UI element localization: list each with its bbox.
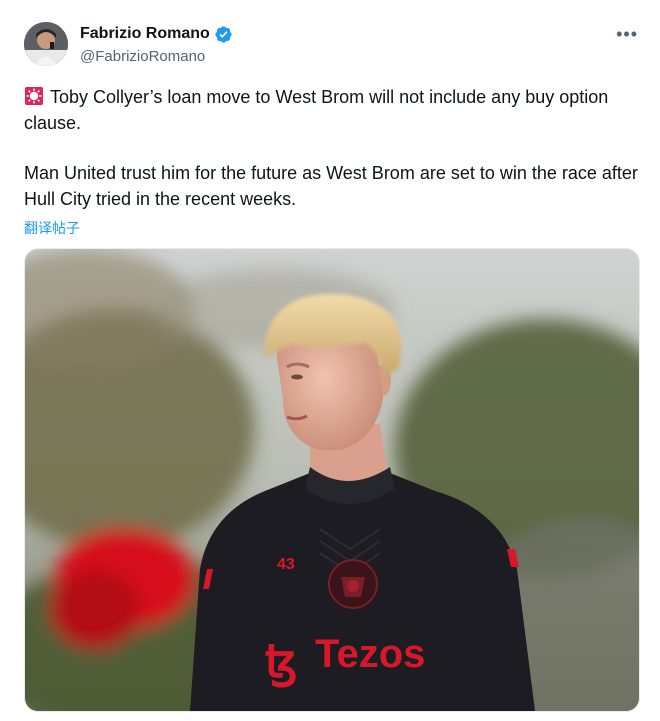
sponsor-text: Tezos [315,632,425,676]
jersey-number: 43 [277,556,295,573]
tweet-text: Toby Collyer’s loan move to West Brom wi… [24,84,644,212]
tweet-media[interactable]: 43 ꜩ Tezos [24,248,640,712]
author-handle[interactable]: @FabrizioRomano [80,48,205,66]
club-crest-icon [328,559,378,609]
verified-badge-icon [215,25,232,43]
tweet-header: Fabrizio Romano @FabrizioRomano ••• [24,22,644,70]
siren-icon [25,87,43,105]
more-options-icon[interactable]: ••• [616,24,638,45]
tweet-line-1: Toby Collyer’s loan move to West Brom wi… [24,87,609,133]
player-photo: 43 ꜩ Tezos [25,249,639,711]
avatar-photo-icon [24,22,68,66]
avatar[interactable] [24,22,68,66]
author-name[interactable]: Fabrizio Romano [80,24,210,44]
translate-post-link[interactable]: 翻译帖子 [24,218,80,238]
tweet-paragraph-1: Toby Collyer’s loan move to West Brom wi… [24,84,644,136]
tweet-line-2: Man United trust him for the future as W… [24,163,638,209]
sponsor-logo-mark: ꜩ [265,635,298,688]
